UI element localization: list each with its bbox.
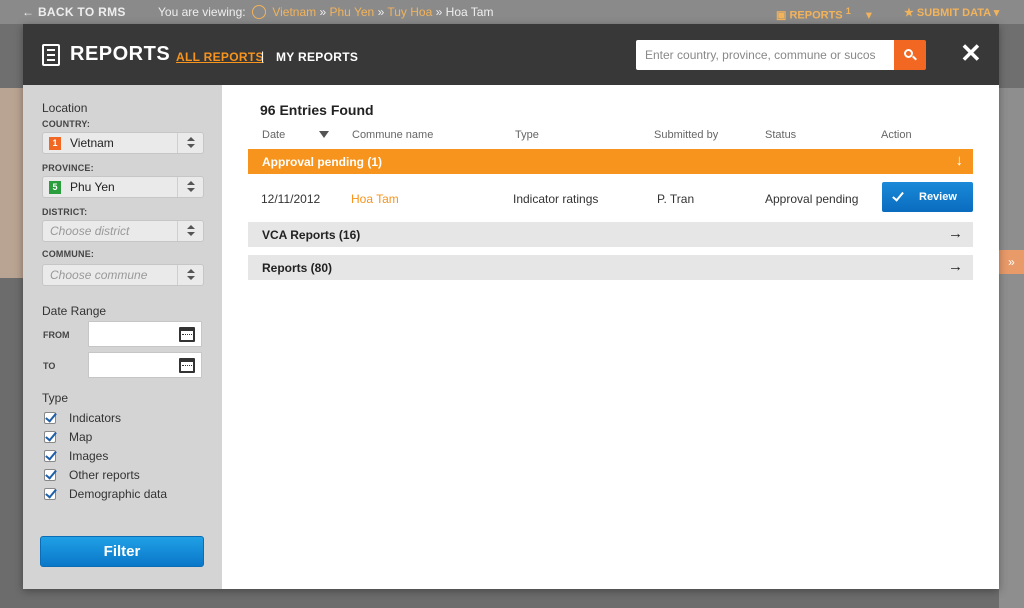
checkbox-demographic-data[interactable] — [44, 488, 56, 500]
review-button[interactable]: Review — [882, 182, 973, 212]
breadcrumb-separator: » — [377, 5, 385, 19]
background-side-panel — [999, 88, 1024, 608]
row-type: Indicator ratings — [513, 192, 599, 206]
submit-data-label: SUBMIT DATA — [916, 7, 991, 19]
search-button[interactable] — [894, 40, 926, 70]
modal-title: REPORTS — [70, 43, 171, 65]
arrow-down-icon: ↓ — [955, 152, 964, 169]
type-label-demographic-data: Demographic data — [69, 487, 168, 501]
top-reports-label: REPORTS — [789, 9, 843, 22]
from-label: FROM — [43, 330, 70, 340]
row-status: Approval pending — [765, 192, 859, 206]
submit-data-link[interactable]: ★ SUBMIT DATA ▾ — [904, 6, 999, 19]
collapse-panel-icon[interactable]: » — [999, 250, 1024, 274]
group-vca-reports[interactable]: VCA Reports (16) → — [248, 222, 973, 247]
calendar-icon[interactable] — [179, 358, 195, 373]
province-label: PROVINCE: — [42, 163, 94, 173]
type-label-map: Map — [69, 430, 93, 444]
district-placeholder: Choose district — [50, 224, 130, 238]
breadcrumb-separator: » — [319, 5, 327, 19]
row-submitted-by: P. Tran — [657, 192, 695, 206]
close-icon[interactable]: ✕ — [960, 38, 982, 68]
updown-arrows-icon — [177, 177, 203, 197]
updown-arrows-icon — [177, 265, 203, 285]
top-reports-link[interactable]: ▣ REPORTS 1 ▾ — [776, 6, 872, 22]
sort-desc-icon[interactable] — [319, 131, 329, 138]
checkbox-other-reports[interactable] — [44, 469, 56, 481]
document-icon — [42, 44, 60, 66]
commune-label: COMMUNE: — [42, 249, 95, 259]
column-header-date[interactable]: Date — [262, 129, 285, 141]
filter-button[interactable]: Filter — [40, 536, 204, 567]
checkmark-icon — [892, 189, 904, 202]
tab-separator: | — [261, 49, 265, 63]
globe-icon — [251, 5, 266, 19]
column-header-status[interactable]: Status — [765, 129, 796, 141]
province-number-badge: 5 — [49, 181, 61, 194]
filter-sidebar: Location COUNTRY: 1 Vietnam PROVINCE: 5 … — [23, 85, 222, 589]
commune-select[interactable]: Choose commune — [42, 264, 204, 286]
top-bar: ← BACK TO RMS You are viewing: Vietnam »… — [0, 0, 1024, 24]
group-label: Approval pending (1) — [262, 155, 382, 169]
country-value: Vietnam — [70, 136, 114, 150]
column-header-submitted-by[interactable]: Submitted by — [654, 129, 718, 141]
province-select[interactable]: 5 Phu Yen — [42, 176, 204, 198]
type-label-other-reports: Other reports — [69, 468, 140, 482]
country-label: COUNTRY: — [42, 119, 91, 129]
type-heading: Type — [42, 391, 69, 405]
entries-count: 96 Entries Found — [260, 102, 374, 118]
country-select[interactable]: 1 Vietnam — [42, 132, 204, 154]
group-approval-pending[interactable]: Approval pending (1) ↓ — [248, 149, 973, 174]
group-reports[interactable]: Reports (80) → — [248, 255, 973, 280]
row-date: 12/11/2012 — [261, 192, 321, 206]
province-value: Phu Yen — [70, 180, 115, 194]
commune-placeholder: Choose commune — [50, 268, 148, 282]
country-number-badge: 1 — [49, 137, 61, 150]
group-label: VCA Reports (16) — [262, 228, 361, 242]
date-range-heading: Date Range — [42, 304, 107, 318]
breadcrumb-phu-yen[interactable]: Phu Yen — [330, 5, 375, 19]
arrow-right-icon: → — [948, 258, 963, 275]
type-label-images: Images — [69, 449, 109, 463]
row-commune-link[interactable]: Hoa Tam — [351, 192, 399, 206]
district-select[interactable]: Choose district — [42, 220, 204, 242]
breadcrumb: You are viewing: Vietnam » Phu Yen » Tuy… — [158, 5, 493, 19]
location-heading: Location — [42, 101, 88, 115]
breadcrumb-vietnam[interactable]: Vietnam — [272, 5, 316, 19]
column-header-type[interactable]: Type — [515, 129, 539, 141]
arrow-right-icon: → — [948, 225, 963, 242]
calendar-icon[interactable] — [179, 327, 195, 342]
checkbox-images[interactable] — [44, 450, 56, 462]
type-label-indicators: Indicators — [69, 411, 122, 425]
tab-all-reports[interactable]: ALL REPORTS — [176, 50, 264, 64]
breadcrumb-separator: » — [435, 5, 443, 19]
column-header-commune[interactable]: Commune name — [352, 129, 433, 141]
reports-modal: REPORTS ALL REPORTS | MY REPORTS ✕ Locat… — [23, 24, 999, 589]
district-label: DISTRICT: — [42, 207, 88, 217]
checkbox-map[interactable] — [44, 431, 56, 443]
from-date-input[interactable] — [88, 321, 202, 347]
search-input[interactable] — [636, 40, 894, 70]
reports-badge: 1 — [845, 6, 851, 16]
back-label: BACK TO RMS — [37, 5, 126, 19]
breadcrumb-tuy-hoa[interactable]: Tuy Hoa — [387, 5, 432, 19]
updown-arrows-icon — [177, 221, 203, 241]
checkbox-indicators[interactable] — [44, 412, 56, 424]
updown-arrows-icon — [177, 133, 203, 153]
to-label: TO — [43, 361, 56, 371]
review-label: Review — [919, 191, 957, 203]
viewing-label: You are viewing: — [158, 5, 246, 19]
tab-my-reports[interactable]: MY REPORTS — [276, 50, 358, 64]
column-header-action: Action — [881, 129, 912, 141]
breadcrumb-hoa-tam: Hoa Tam — [445, 5, 494, 19]
modal-header: REPORTS ALL REPORTS | MY REPORTS ✕ — [23, 24, 999, 85]
to-date-input[interactable] — [88, 352, 202, 378]
search-icon-handle — [912, 55, 917, 61]
back-to-rms-link[interactable]: ← BACK TO RMS — [22, 5, 126, 19]
group-label: Reports (80) — [262, 261, 333, 275]
